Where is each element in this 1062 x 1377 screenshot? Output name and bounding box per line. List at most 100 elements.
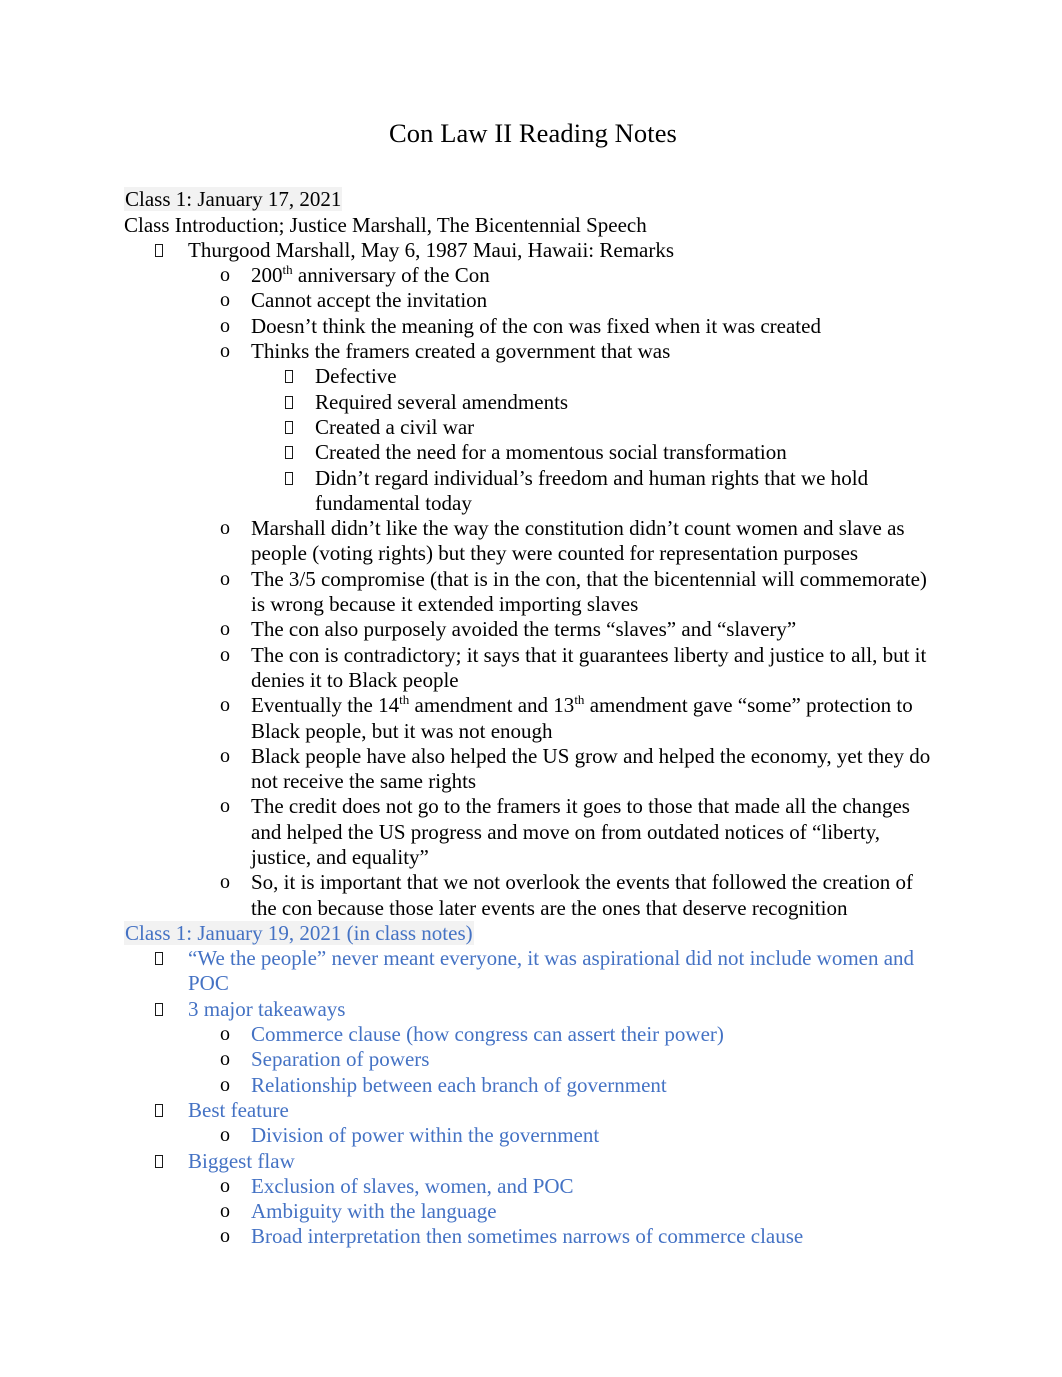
list-item: Biggest flaw (124, 1149, 942, 1174)
outline-sublist-level-3: Defective Required several amendments Cr… (124, 364, 942, 516)
list-item: o The con is contradictory; it says that… (124, 643, 942, 694)
bullet-o-icon: o (220, 1048, 230, 1071)
list-item-label: The credit does not go to the framers it… (251, 794, 910, 869)
list-item: Thurgood Marshall, May 6, 1987 Maui, Haw… (124, 238, 942, 263)
list-item-label: Marshall didn’t like the way the constit… (251, 516, 905, 566)
list-item-label: Exclusion of slaves, women, and POC (251, 1173, 574, 1198)
list-item-label: Doesn’t think the meaning of the con was… (251, 313, 821, 338)
list-item: “We the people” never meant everyone, it… (124, 946, 942, 997)
document-page: Con Law II Reading Notes Class 1: Januar… (0, 0, 1062, 1377)
list-item-label: So, it is important that we not overlook… (251, 870, 913, 920)
list-item-label: Division of power within the government (251, 1123, 600, 1148)
list-item-label: Thurgood Marshall, May 6, 1987 Maui, Haw… (188, 237, 675, 262)
bullet-box-icon (285, 440, 307, 465)
outline-sublist-best-feature: o Division of power within the governmen… (124, 1123, 942, 1148)
list-item-label: Required several amendments (315, 389, 569, 414)
outline-sublist-level-2: o 200th anniversary of the Con o Cannot … (124, 263, 942, 921)
list-item: o Marshall didn’t like the way the const… (124, 516, 942, 567)
bullet-o-icon: o (220, 1124, 230, 1147)
list-item: Best feature (124, 1098, 942, 1123)
ordinal-suffix: th (399, 692, 410, 708)
list-item-label: The con is contradictory; it says that i… (251, 642, 927, 692)
list-item: o Separation of powers (124, 1047, 942, 1072)
list-item: 3 major takeaways (124, 997, 942, 1022)
bullet-o-icon: o (220, 795, 230, 818)
bullet-o-icon: o (220, 1174, 230, 1197)
list-item-label: Best feature (188, 1097, 289, 1122)
list-item-label: The con also purposely avoided the terms… (251, 617, 797, 642)
list-item: o Commerce clause (how congress can asse… (124, 1022, 942, 1047)
bullet-o-icon: o (220, 264, 230, 287)
list-item: o Cannot accept the invitation (124, 288, 942, 313)
ordinal-rest: anniversary of the Con (292, 263, 490, 288)
list-item: o The credit does not go to the framers … (124, 794, 942, 870)
section-heading-text: Class 1: January 19, 2021 (in class note… (124, 920, 474, 945)
bullet-box-icon (155, 997, 177, 1022)
bullet-box-icon (285, 466, 307, 491)
outline-list-section-2: “We the people” never meant everyone, it… (124, 946, 942, 1250)
list-item-label: 3 major takeaways (188, 996, 346, 1021)
bullet-o-icon: o (220, 340, 230, 363)
list-item: o Ambiguity with the language (124, 1199, 942, 1224)
section-subheading-class-1-jan-17: Class Introduction; Justice Marshall, Th… (124, 212, 647, 237)
list-item-label: Didn’t regard individual’s freedom and h… (315, 465, 869, 515)
list-item-label: Commerce clause (how congress can assert… (251, 1022, 724, 1047)
list-item: Created a civil war (124, 415, 942, 440)
bullet-o-icon: o (220, 1073, 230, 1096)
ordinal-suffix: th (282, 262, 293, 278)
list-item-label: Broad interpretation then sometimes narr… (251, 1224, 804, 1249)
title-spacer (124, 149, 942, 187)
bullet-o-icon: o (220, 643, 230, 666)
amendment-mid: amendment and 13 (409, 693, 575, 718)
list-item-label: 200th anniversary of the Con (251, 263, 490, 287)
outline-sublist-biggest-flaw: o Exclusion of slaves, women, and POC o … (124, 1174, 942, 1250)
bullet-box-icon (155, 946, 177, 971)
list-item: Defective (124, 364, 942, 389)
list-item: o Thinks the framers created a governmen… (124, 339, 942, 364)
list-item: o Eventually the 14th amendment and 13th… (124, 693, 942, 744)
list-item-label: “We the people” never meant everyone, it… (188, 946, 915, 996)
ordinal-number: 200 (251, 263, 283, 288)
list-item-label: The 3/5 compromise (that is in the con, … (251, 566, 927, 617)
section-heading-class-1-jan-17: Class 1: January 17, 2021 (124, 187, 942, 212)
amendment-pre: Eventually the 14 (251, 693, 400, 718)
list-item-label: Created a civil war (315, 414, 475, 439)
bullet-box-icon (155, 1149, 177, 1174)
bullet-o-icon: o (220, 694, 230, 717)
ordinal-suffix: th (574, 692, 585, 708)
list-item: o Division of power within the governmen… (124, 1123, 942, 1148)
list-item-label: Relationship between each branch of gove… (251, 1072, 667, 1097)
bullet-o-icon: o (220, 618, 230, 641)
list-item: Required several amendments (124, 390, 942, 415)
bullet-o-icon: o (220, 744, 230, 767)
list-item: o 200th anniversary of the Con (124, 263, 942, 288)
list-item: o Relationship between each branch of go… (124, 1073, 942, 1098)
bullet-o-icon: o (220, 871, 230, 894)
list-item-label: Created the need for a momentous social … (315, 440, 787, 465)
bullet-o-icon: o (220, 1023, 230, 1046)
bullet-box-icon (285, 415, 307, 440)
list-item: o The 3/5 compromise (that is in the con… (124, 567, 942, 618)
section-heading-class-1-jan-19: Class 1: January 19, 2021 (in class note… (124, 920, 942, 946)
list-item-label: Ambiguity with the language (251, 1199, 497, 1224)
list-item-label: Defective (315, 364, 397, 389)
bullet-o-icon: o (220, 517, 230, 540)
list-item-label: Thinks the framers created a government … (251, 339, 671, 364)
bullet-box-icon (285, 390, 307, 415)
bullet-o-icon: o (220, 314, 230, 337)
bullet-o-icon: o (220, 567, 230, 590)
bullet-o-icon: o (220, 1200, 230, 1223)
list-item: o Exclusion of slaves, women, and POC (124, 1174, 942, 1199)
list-item-label: Cannot accept the invitation (251, 288, 488, 313)
list-item-label: Eventually the 14th amendment and 13th a… (251, 693, 913, 742)
list-item-label: Separation of powers (251, 1047, 430, 1072)
list-item-label: Black people have also helped the US gro… (251, 743, 931, 794)
list-item-label: Biggest flaw (188, 1148, 295, 1173)
outline-list-section-1: Thurgood Marshall, May 6, 1987 Maui, Haw… (124, 238, 942, 921)
list-item: o Black people have also helped the US g… (124, 744, 942, 795)
section-heading-text: Class 1: January 17, 2021 (124, 187, 343, 212)
bullet-o-icon: o (220, 1225, 230, 1248)
bullet-box-icon (155, 238, 177, 263)
list-item: o The con also purposely avoided the ter… (124, 617, 942, 642)
list-item: o Doesn’t think the meaning of the con w… (124, 314, 942, 339)
